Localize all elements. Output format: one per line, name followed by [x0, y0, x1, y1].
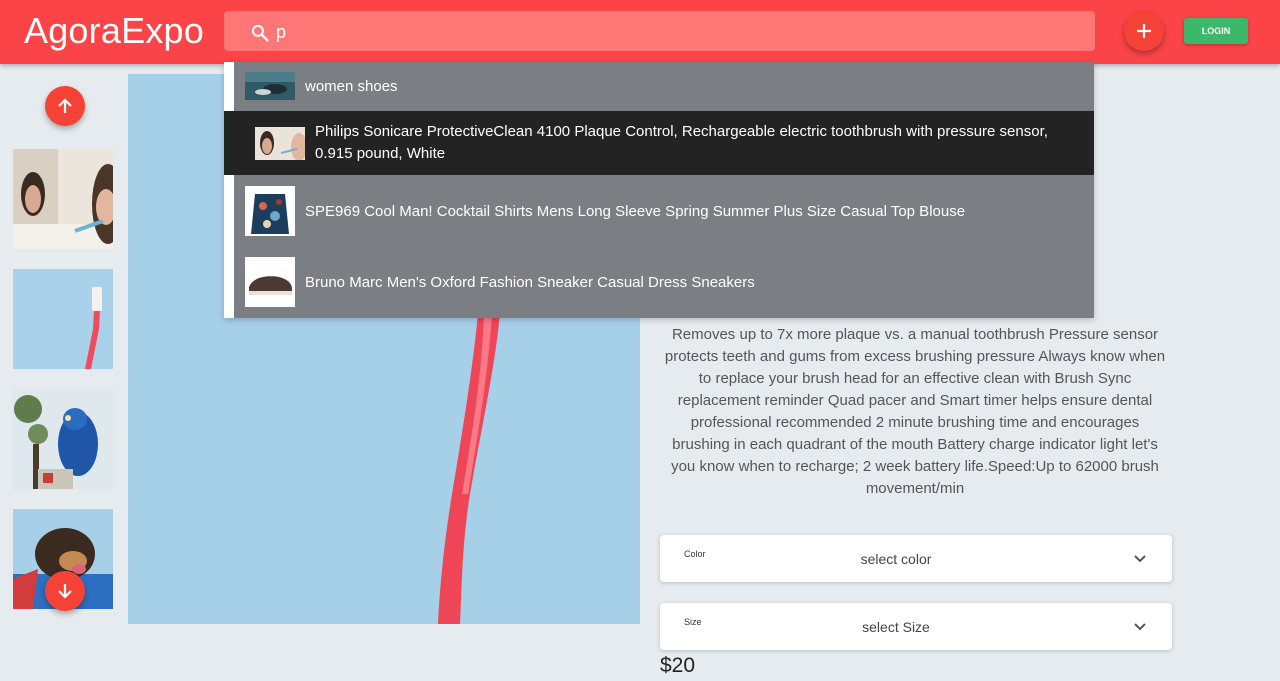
suggestion-thumbnail	[245, 186, 295, 236]
suggestion-item-active[interactable]: Philips Sonicare ProtectiveClean 4100 Pl…	[224, 111, 1094, 175]
add-product-button[interactable]	[1124, 11, 1164, 51]
search-input[interactable]	[274, 11, 1058, 53]
arrow-down-icon	[58, 584, 72, 599]
chevron-down-icon	[1134, 555, 1146, 563]
scroll-up-button[interactable]	[45, 86, 85, 126]
thumbnail-parrot[interactable]	[13, 389, 113, 489]
suggestion-item[interactable]: SPE969 Cool Man! Cocktail Shirts Mens Lo…	[224, 175, 1094, 247]
suggestion-label: SPE969 Cool Man! Cocktail Shirts Mens Lo…	[305, 203, 966, 220]
chevron-down-icon	[1134, 623, 1146, 631]
color-select[interactable]: Color select color	[660, 535, 1172, 582]
brand-logo[interactable]: AgoraExpo	[24, 10, 204, 52]
thumbnail-toothbrush[interactable]	[13, 269, 113, 369]
suggestion-item[interactable]: Bruno Marc Men's Oxford Fashion Sneaker …	[224, 247, 1094, 318]
size-select-value: select Size	[862, 619, 930, 635]
color-select-value: select color	[860, 551, 932, 567]
search-icon	[250, 23, 270, 43]
suggestion-label: Bruno Marc Men's Oxford Fashion Sneaker …	[305, 274, 755, 291]
search-box[interactable]	[224, 11, 1095, 53]
search-suggestions: women shoes Philips Sonicare ProtectiveC…	[224, 62, 1094, 318]
login-button[interactable]: LOGIN	[1184, 18, 1248, 44]
arrow-up-icon	[58, 98, 72, 113]
product-price: $20	[660, 654, 696, 677]
product-description: Removes up to 7x more plaque vs. a manua…	[664, 326, 1166, 497]
thumbnail-woman-brushing[interactable]	[13, 149, 113, 249]
size-select[interactable]: Size select Size	[660, 603, 1172, 650]
suggestion-thumbnail	[245, 72, 295, 100]
suggestion-thumbnail	[255, 127, 305, 160]
top-app-bar: AgoraExpo LOGIN	[0, 0, 1280, 64]
suggestion-thumbnail	[245, 257, 295, 307]
suggestion-item[interactable]: women shoes	[224, 62, 1094, 111]
suggestion-label: women shoes	[305, 78, 398, 95]
scroll-down-button[interactable]	[45, 571, 85, 611]
add-icon	[1137, 24, 1151, 38]
suggestion-label: Philips Sonicare ProtectiveClean 4100 Pl…	[315, 123, 1048, 162]
